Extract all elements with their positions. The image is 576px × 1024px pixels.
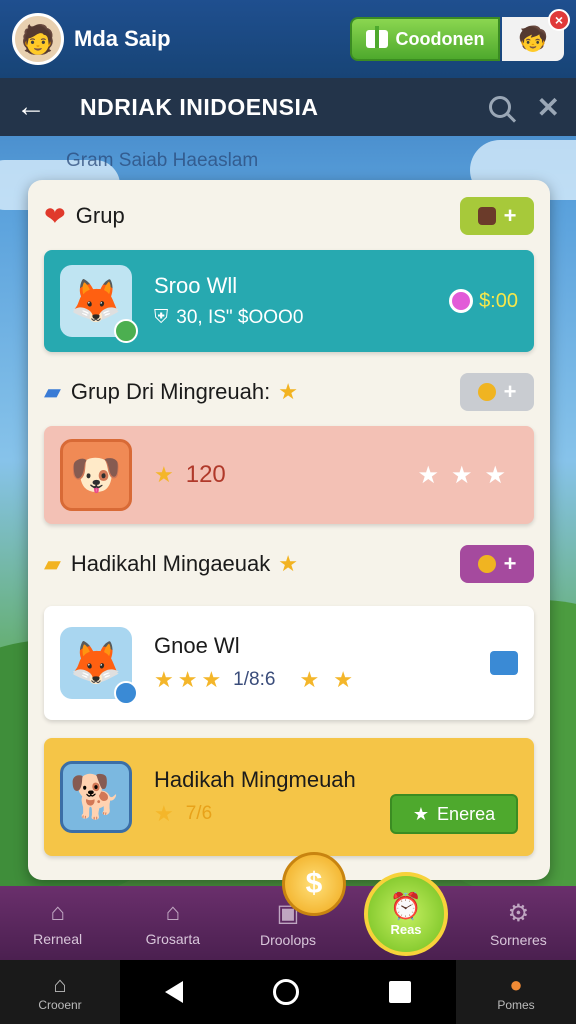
add-group-button[interactable]: + xyxy=(460,197,534,235)
gem-icon xyxy=(449,289,474,313)
section-header-weekly-group: ▰ Grup Dri Mingreuah: ★ + xyxy=(28,364,550,420)
system-home-tab[interactable]: ⌂ Crooenr xyxy=(0,960,120,1024)
gift-button-label: Coodonen xyxy=(395,28,485,49)
section-header-weekly-gift: ▰ Hadikahl Mingaeuak ★ + xyxy=(28,536,550,592)
close-badge[interactable]: × xyxy=(548,9,570,31)
add-gift-button[interactable]: + xyxy=(460,545,534,583)
card-value: 120 xyxy=(185,461,226,488)
ticket-icon: ▰ xyxy=(44,379,61,404)
pumpkin-icon: ● xyxy=(509,972,523,997)
system-right-tab[interactable]: ● Pomes xyxy=(456,960,576,1024)
enter-button-label: Enerea xyxy=(437,803,496,824)
rating-stars: ★★★ xyxy=(417,461,518,489)
card-score: 7/6 xyxy=(185,803,213,824)
tab-label: Droolops xyxy=(259,931,317,948)
section-header-group: ❤ Grup + xyxy=(28,188,550,244)
star-icon: ★ xyxy=(154,462,178,487)
tab-store[interactable]: ⌂ Grosarta xyxy=(115,886,230,960)
dog-pet-icon: 🐶 xyxy=(60,439,132,511)
group-card-4[interactable]: 🐕 Hadikah Mingmeuah ★ 7/6 ★ Enerea xyxy=(44,738,534,856)
add-weekly-button[interactable]: + xyxy=(460,373,534,411)
fox-pet-icon: 🦊 xyxy=(60,627,138,705)
chocolate-icon xyxy=(477,207,496,225)
star-icon: ★ xyxy=(412,803,430,824)
close-icon[interactable]: ✕ xyxy=(537,91,560,124)
section-title: Hadikahl Mingaeuak xyxy=(70,551,271,576)
system-back-icon[interactable] xyxy=(165,981,183,1003)
shield-icon: ⛨ xyxy=(154,307,169,328)
star-icon: ★ xyxy=(154,801,178,826)
group-card-2[interactable]: 🐶 ★ 120 ★★★ xyxy=(44,426,534,524)
star-icon: ★ xyxy=(278,551,298,576)
ticket-icon: ▰ xyxy=(44,551,61,576)
gift-button[interactable]: Coodonen xyxy=(350,17,500,61)
nav-bar: ← NDRIAK INIDOENSIA ✕ xyxy=(0,78,576,136)
tab-label: Sorneres xyxy=(490,931,547,948)
lock-icon[interactable] xyxy=(490,651,518,675)
system-left-label: Crooenr xyxy=(38,998,82,1012)
card-name: Sroo Wll xyxy=(154,273,238,298)
main-action-button[interactable]: ⏰ Reas xyxy=(364,872,448,956)
card-name: Gnoe Wl xyxy=(154,633,240,658)
settings-icon: ⚙ xyxy=(507,899,530,927)
fox-pet-icon: 🦊 xyxy=(60,265,138,343)
gift-icon xyxy=(365,26,388,48)
section-title: Grup Dri Mingreuah: xyxy=(70,379,271,404)
page-title: NDRIAK INIDOENSIA xyxy=(80,93,319,120)
coin-button[interactable]: $ xyxy=(282,852,346,916)
system-recents-icon[interactable] xyxy=(389,981,411,1003)
tab-more[interactable]: ⚙ Sorneres xyxy=(461,886,576,960)
username: Mda Saip xyxy=(74,26,171,51)
dog-pet-icon: 🐕 xyxy=(60,761,132,833)
house-icon: ⌂ xyxy=(53,972,67,997)
tab-label: Grosarta xyxy=(145,931,201,947)
back-arrow-icon[interactable]: ← xyxy=(16,90,60,124)
group-card-3[interactable]: 🦊 Gnoe Wl ★★★ 1/8:6 ★ ★ xyxy=(44,606,534,720)
rating-stars: ★★★ xyxy=(154,667,226,692)
store-icon: ⌂ xyxy=(165,899,181,926)
tab-home[interactable]: ⌂ Rerneal xyxy=(0,886,115,960)
coin-icon xyxy=(477,383,496,401)
card-reward: $:00 xyxy=(479,289,518,312)
group-panel: ❤ Grup + 🦊 Sroo Wll ⛨ 30, IS" $OOO0 $:00… xyxy=(28,180,550,880)
star-icon: ★ xyxy=(278,379,298,404)
bonus-stars: ★ ★ xyxy=(299,667,357,692)
heart-icon: ❤ xyxy=(44,200,66,231)
top-bar: 🧑 Mda Saip Coodonen 🧒 × xyxy=(0,0,576,78)
download-badge-icon xyxy=(114,319,138,343)
wrench-badge-icon xyxy=(114,681,138,705)
card-progress: 1/8:6 xyxy=(233,669,276,690)
alarm-icon: ⏰ xyxy=(389,891,423,921)
enter-button[interactable]: ★ Enerea xyxy=(390,794,518,834)
tab-label: Rerneal xyxy=(33,931,83,947)
system-right-label: Pomes xyxy=(497,998,535,1012)
group-card-1[interactable]: 🦊 Sroo Wll ⛨ 30, IS" $OOO0 $:00 xyxy=(44,250,534,352)
section-title: Grup xyxy=(75,203,125,228)
card-stat: 30, IS" $OOO0 xyxy=(176,307,304,328)
system-home-icon[interactable] xyxy=(273,979,299,1005)
card-name: Hadikah Mingmeuah xyxy=(154,767,356,792)
search-icon[interactable] xyxy=(488,96,511,118)
house-icon: ⌂ xyxy=(50,899,65,926)
coin-icon: $ xyxy=(305,867,323,900)
friend-avatar[interactable]: 🧒 × xyxy=(502,9,570,61)
main-action-label: Reas xyxy=(390,922,422,937)
system-nav-bar: ⌂ Crooenr ● Pomes xyxy=(0,960,576,1024)
coin-icon xyxy=(477,555,496,573)
background-caption: Gram Saiab Haeaslam xyxy=(66,150,259,171)
player-avatar[interactable]: 🧑 xyxy=(12,13,64,65)
